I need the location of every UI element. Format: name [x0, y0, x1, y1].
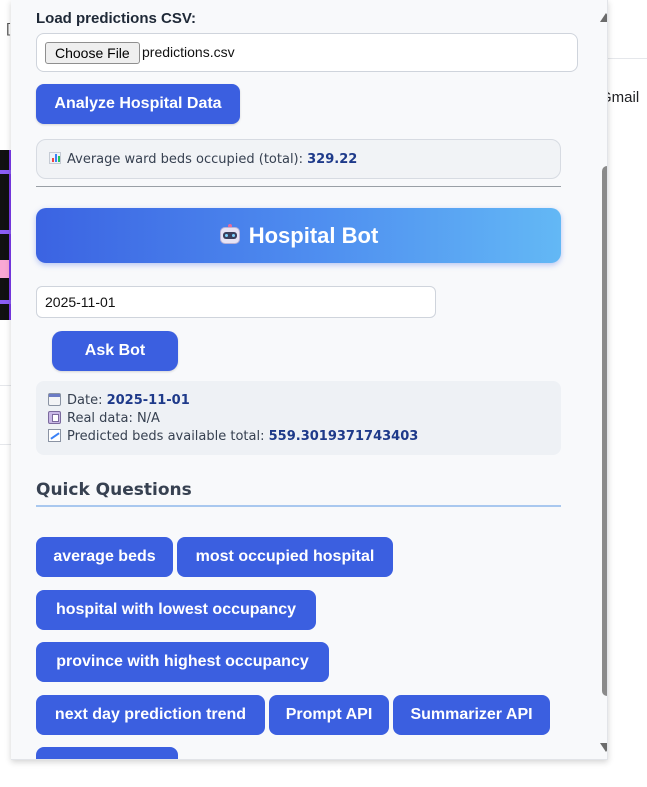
selected-file-name: predictions.csv: [142, 44, 235, 60]
file-input[interactable]: Choose File predictions.csv: [36, 33, 578, 72]
scrollbar-thumb[interactable]: [602, 166, 607, 696]
hospital-bot-title: Hospital Bot: [248, 223, 379, 248]
quick-question-partially-visible[interactable]: [36, 747, 178, 759]
robot-icon: [219, 224, 241, 246]
ask-bot-button[interactable]: Ask Bot: [52, 331, 178, 371]
result-predicted-line: Predicted beds available total: 559.3019…: [48, 428, 418, 446]
average-beds-label: Average ward beds occupied (total):: [67, 152, 308, 167]
result-date-value: 2025-11-01: [106, 393, 190, 408]
result-date-label: Date:: [67, 393, 107, 408]
result-real-data-label: Real data: N/A: [67, 411, 160, 426]
prompt-api-button[interactable]: Prompt API: [269, 695, 389, 735]
average-beds-summary: Average ward beds occupied (total): 329.…: [36, 139, 561, 179]
quick-question-average-beds[interactable]: average beds: [36, 537, 173, 577]
calendar-icon: [48, 393, 61, 406]
result-predicted-label: Predicted beds available total:: [67, 429, 269, 444]
scroll-up-arrow-icon[interactable]: [600, 13, 607, 22]
average-beds-value: 329.22: [307, 152, 358, 167]
summarizer-api-button[interactable]: Summarizer API: [393, 695, 550, 735]
quick-question-province-highest-occupancy[interactable]: province with highest occupancy: [36, 642, 329, 682]
database-icon: [48, 411, 61, 424]
browser-viewport: [ Gmail Load predictions CSV: Choose Fil…: [0, 0, 647, 787]
analyze-hospital-data-button[interactable]: Analyze Hospital Data: [36, 84, 240, 124]
quick-questions-underline: [36, 505, 561, 507]
quick-question-lowest-occupancy[interactable]: hospital with lowest occupancy: [36, 590, 316, 630]
hospital-bot-header: Hospital Bot: [36, 208, 561, 263]
load-predictions-label: Load predictions CSV:: [36, 10, 197, 27]
bot-result-panel: Date: 2025-11-01 Real data: N/A Predicte…: [36, 381, 561, 455]
choose-file-button[interactable]: Choose File: [45, 42, 140, 64]
result-real-data-line: Real data: N/A: [48, 410, 160, 428]
section-divider: [36, 186, 561, 187]
bar-chart-icon: [49, 152, 61, 164]
date-input[interactable]: 2025-11-01: [36, 286, 436, 318]
result-predicted-value: 559.3019371743403: [268, 429, 419, 444]
background-game-image: [0, 150, 11, 320]
quick-question-most-occupied-hospital[interactable]: most occupied hospital: [177, 537, 393, 577]
background-divider: [608, 58, 647, 59]
quick-questions-title: Quick Questions: [36, 480, 192, 500]
background-panel-edge: [0, 385, 11, 445]
trend-chart-icon: [48, 429, 61, 442]
scroll-down-arrow-icon[interactable]: [600, 743, 607, 752]
extension-popup: Load predictions CSV: Choose File predic…: [11, 0, 608, 760]
quick-question-next-day-trend[interactable]: next day prediction trend: [36, 695, 265, 735]
result-date-line: Date: 2025-11-01: [48, 392, 190, 410]
